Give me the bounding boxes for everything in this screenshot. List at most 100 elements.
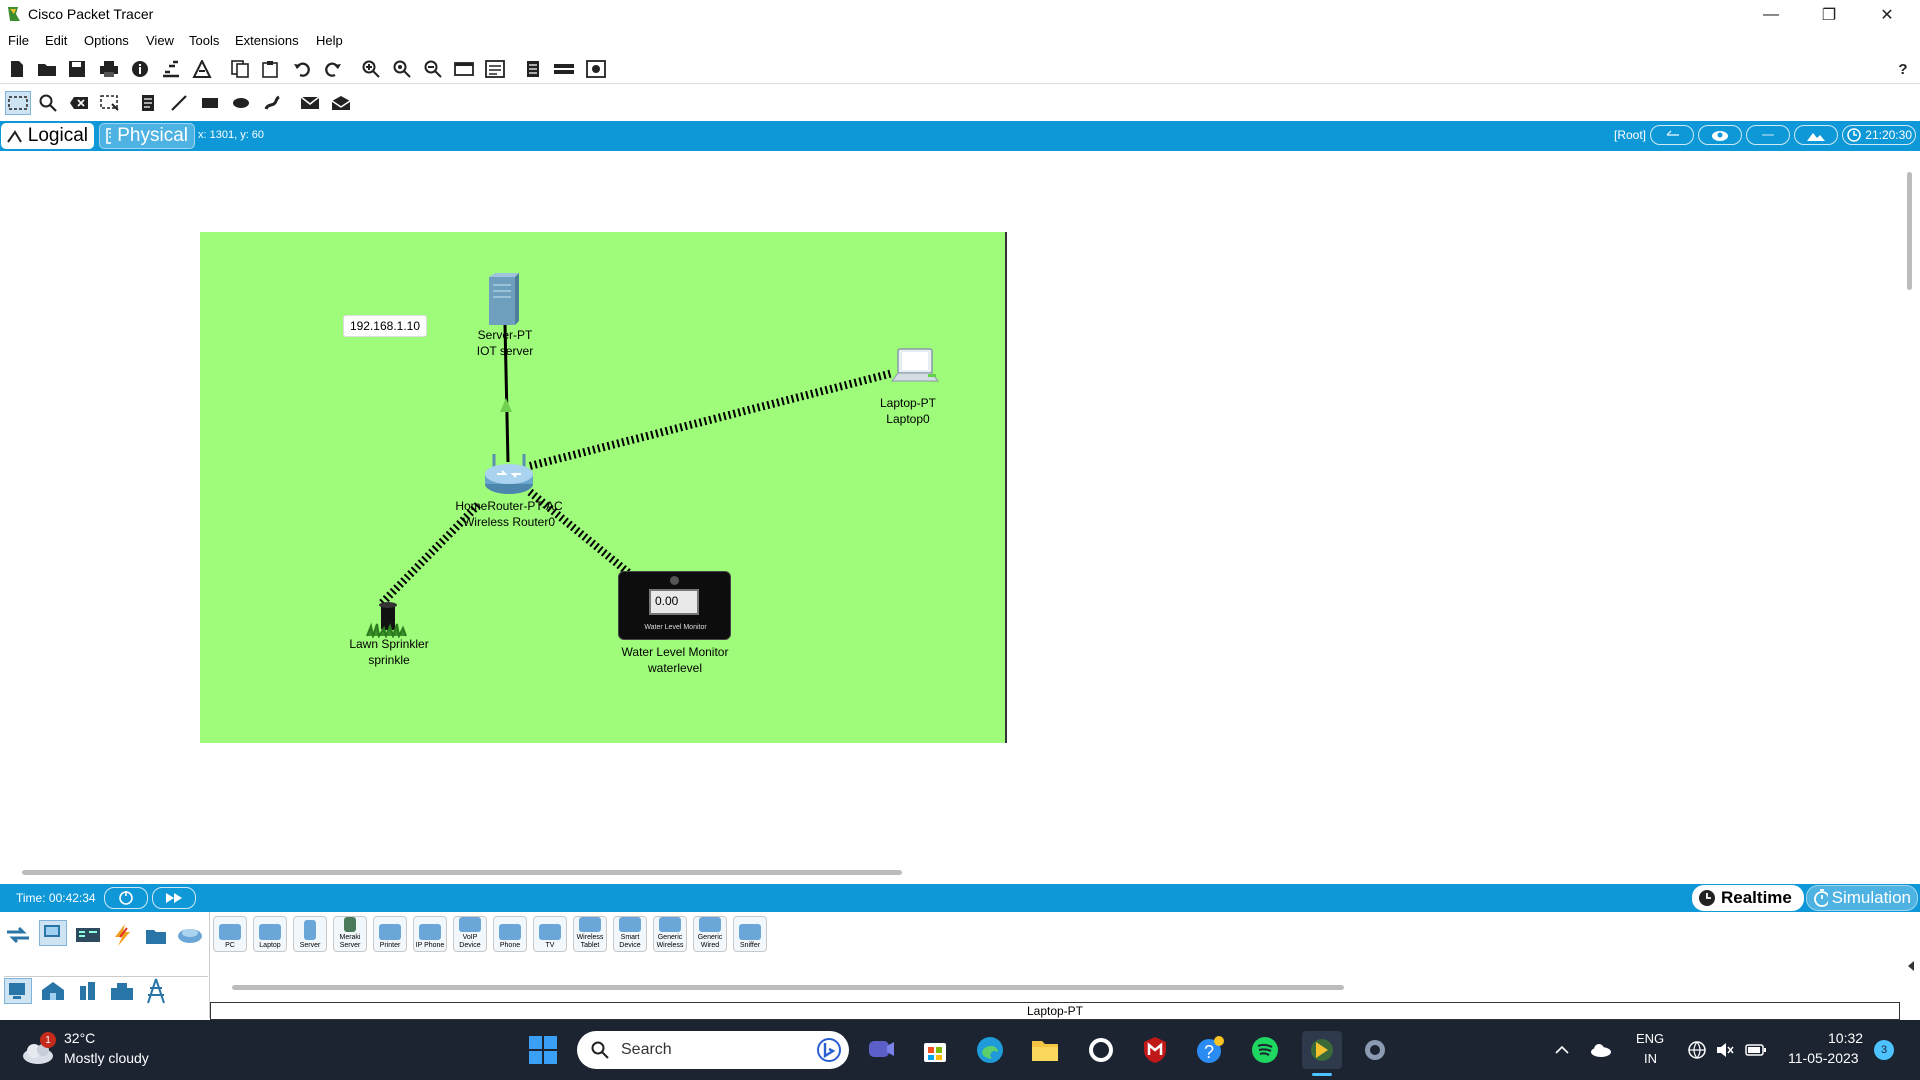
battery-icon[interactable]: [1744, 1038, 1768, 1062]
search-placeholder: Search: [621, 1041, 672, 1058]
waterlevel-model: Water Level Monitor: [621, 645, 729, 659]
active-app-indicator: [1312, 1073, 1332, 1076]
device-tile-label: Printer: [379, 942, 401, 949]
ip-address-note[interactable]: 192.168.1.10: [343, 315, 427, 337]
workspace-vertical-scrollbar[interactable]: [1907, 172, 1912, 290]
simulation-label: Simulation: [1831, 888, 1911, 907]
server-name: IOT server: [476, 344, 534, 358]
misc-category-icon[interactable]: [142, 922, 170, 948]
device-tile-meraki-server[interactable]: Meraki Server: [333, 916, 367, 952]
lawn-sprinkler-icon[interactable]: [365, 600, 409, 638]
device-tile-label: VoIP Device: [459, 934, 481, 949]
taskbar-clock-time[interactable]: 10:32: [1828, 1030, 1863, 1046]
get-help-taskbar-icon[interactable]: ?: [1193, 1033, 1227, 1067]
smart-device-icon: [619, 917, 641, 932]
router-model: HomeRouter-PT-AC: [455, 499, 563, 513]
device-tile-label: Server: [299, 942, 321, 949]
printer-icon: [379, 924, 401, 940]
spotify-taskbar-icon[interactable]: [1248, 1033, 1282, 1067]
tablet-icon: [579, 917, 601, 932]
network-devices-category-icon[interactable]: [4, 922, 32, 948]
bing-icon: [817, 1038, 841, 1062]
server-icon[interactable]: [487, 273, 521, 327]
windows-logo-icon: [529, 1036, 557, 1064]
components-category-icon[interactable]: [74, 922, 102, 948]
network-globe-icon[interactable]: [1686, 1038, 1708, 1062]
taskbar-clock-date[interactable]: 11-05-2023: [1788, 1050, 1859, 1066]
input-language[interactable]: ENG: [1636, 1031, 1664, 1046]
svg-text:?: ?: [1204, 1042, 1214, 1062]
file-explorer-taskbar-icon[interactable]: [1028, 1033, 1062, 1067]
weather-description: Mostly cloudy: [64, 1050, 149, 1066]
device-tile-voip-device[interactable]: VoIP Device: [453, 916, 487, 952]
connections-category-icon[interactable]: [108, 922, 136, 948]
sensor-dot-icon: [670, 576, 679, 585]
router-name: Wireless Router0: [462, 515, 556, 529]
show-hidden-icons-chevron-icon[interactable]: [1550, 1038, 1574, 1062]
device-tile-smart-device[interactable]: Smart Device: [613, 916, 647, 952]
taskbar-search-box[interactable]: Search: [577, 1031, 849, 1069]
laptop-tile-icon: [259, 924, 281, 940]
github-desktop-taskbar-icon[interactable]: [1084, 1033, 1118, 1067]
edge-browser-taskbar-icon[interactable]: [973, 1033, 1007, 1067]
stopwatch-icon: [1814, 889, 1828, 907]
weather-temperature: 32°C: [64, 1030, 96, 1046]
volume-muted-icon[interactable]: [1714, 1038, 1736, 1062]
settings-taskbar-icon[interactable]: [1358, 1033, 1392, 1067]
laptop-model: Laptop-PT: [879, 396, 937, 410]
device-tile-laptop[interactable]: Laptop: [253, 916, 287, 952]
weather-widget[interactable]: 1: [18, 1032, 58, 1068]
end-devices-category-icon[interactable]: [39, 920, 67, 946]
power-grid-subcategory-icon[interactable]: [142, 978, 170, 1004]
start-button[interactable]: [526, 1033, 560, 1067]
router-laptop-wireless-link: [529, 369, 894, 470]
panel-collapse-arrow-icon[interactable]: [1906, 960, 1916, 972]
weather-alert-badge: 1: [40, 1032, 56, 1048]
device-tile-label: PC: [225, 942, 235, 949]
simulation-mode-button[interactable]: Simulation: [1806, 885, 1918, 911]
power-cycle-button[interactable]: [104, 887, 148, 909]
laptop-icon[interactable]: [890, 347, 940, 387]
fast-forward-button[interactable]: [152, 887, 196, 909]
wireless-router-icon[interactable]: [482, 452, 536, 498]
device-tile-phone[interactable]: Phone: [493, 916, 527, 952]
device-tile-label: Generic Wireless: [656, 934, 684, 949]
device-tile-pc[interactable]: PC: [213, 916, 247, 952]
home-subcategory-icon[interactable]: [39, 978, 67, 1004]
server-label: Server-PT IOT server: [477, 327, 533, 359]
teams-chat-taskbar-icon[interactable]: [864, 1033, 898, 1067]
voip-device-icon: [459, 917, 481, 932]
meraki-server-icon: [344, 917, 356, 932]
microsoft-store-taskbar-icon[interactable]: [918, 1033, 952, 1067]
device-panel-scrollbar[interactable]: [232, 985, 1344, 990]
waterlevel-label: Water Level Monitor waterlevel: [622, 644, 729, 676]
water-level-display: 0.00: [649, 589, 699, 615]
device-tile-generic-wireless[interactable]: Generic Wireless: [653, 916, 687, 952]
router-label: HomeRouter-PT-AC Wireless Router0: [455, 498, 562, 530]
device-tile-label: Generic Wired: [697, 934, 723, 949]
multiuser-category-icon[interactable]: [176, 922, 204, 948]
realtime-mode-button[interactable]: Realtime: [1692, 885, 1804, 911]
pc-subcategory-icon[interactable]: [4, 978, 32, 1004]
device-tile-generic-wired[interactable]: Generic Wired: [693, 916, 727, 952]
device-tile-tv[interactable]: TV: [533, 916, 567, 952]
workspace-horizontal-scrollbar[interactable]: [22, 870, 902, 875]
device-tile-sniffer[interactable]: Sniffer: [733, 916, 767, 952]
device-tile-label: TV: [545, 942, 555, 949]
mcafee-taskbar-icon[interactable]: [1138, 1033, 1172, 1067]
notification-count-badge[interactable]: 3: [1874, 1040, 1894, 1060]
input-region: IN: [1644, 1051, 1657, 1066]
water-level-monitor-device[interactable]: 0.00 Water Level Monitor: [618, 571, 731, 640]
pc-icon: [219, 924, 241, 940]
fast-forward-icon: [166, 893, 182, 903]
device-tile-wireless-tablet[interactable]: Wireless Tablet: [573, 916, 607, 952]
device-tile-ip-phone[interactable]: IP Phone: [413, 916, 447, 952]
smart-city-subcategory-icon[interactable]: [74, 978, 102, 1004]
onedrive-cloud-icon[interactable]: [1588, 1038, 1614, 1062]
industrial-subcategory-icon[interactable]: [108, 978, 136, 1004]
device-tile-server[interactable]: Server: [293, 916, 327, 952]
device-tile-label: Smart Device: [619, 934, 641, 949]
device-tile-label: IP Phone: [415, 942, 445, 949]
packet-tracer-taskbar-icon[interactable]: [1302, 1031, 1342, 1069]
device-tile-printer[interactable]: Printer: [373, 916, 407, 952]
